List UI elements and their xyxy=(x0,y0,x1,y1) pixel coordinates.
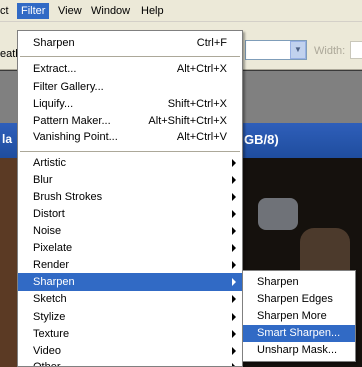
submenu-item-label: Smart Sharpen... xyxy=(257,327,341,339)
photo-region xyxy=(258,198,298,230)
menu-item-other[interactable]: Other xyxy=(18,358,242,367)
menu-item-texture[interactable]: Texture xyxy=(18,325,242,343)
menu-filter[interactable]: Filter xyxy=(17,3,50,19)
menu-item-label: Brush Strokes xyxy=(33,191,103,203)
menu-item-label: Pixelate xyxy=(33,242,73,254)
menu-item-brush-strokes[interactable]: Brush Strokes xyxy=(18,188,242,206)
submenu-item-sharpen-edges[interactable]: Sharpen Edges xyxy=(243,291,355,308)
menu-item-label: Distort xyxy=(33,208,65,220)
submenu-arrow-icon xyxy=(232,210,236,218)
filter-menu: Sharpen Ctrl+F Extract... Alt+Ctrl+X Fil… xyxy=(17,30,243,367)
menu-item-last-filter[interactable]: Sharpen Ctrl+F xyxy=(18,34,242,52)
menu-item-label: Render xyxy=(33,259,70,271)
menu-item-label: Noise xyxy=(33,225,62,237)
menu-separator xyxy=(20,56,240,57)
chevron-down-icon[interactable]: ▼ xyxy=(290,41,306,59)
menu-window[interactable]: Window xyxy=(87,3,134,19)
menu-item-label: Sketch xyxy=(33,293,67,305)
menu-item-pixelate[interactable]: Pixelate xyxy=(18,239,242,257)
menu-item-filter-gallery[interactable]: Filter Gallery... xyxy=(18,78,242,96)
submenu-item-smart-sharpen[interactable]: Smart Sharpen... xyxy=(243,325,355,342)
submenu-arrow-icon xyxy=(232,295,236,303)
menu-bar: ct Filter View Window Help xyxy=(0,0,362,22)
menu-item-label: Sharpen xyxy=(33,276,75,288)
document-title-left: la xyxy=(2,132,13,146)
photo-region xyxy=(0,158,18,367)
submenu-arrow-icon xyxy=(232,313,236,321)
submenu-arrow-icon xyxy=(232,227,236,235)
menu-item-label: Liquify... xyxy=(33,98,74,110)
menu-separator xyxy=(20,151,240,152)
menu-item-label: Filter Gallery... xyxy=(33,81,104,93)
menu-item-noise[interactable]: Noise xyxy=(18,222,242,240)
width-label: Width: xyxy=(314,45,346,57)
submenu-item-sharpen[interactable]: Sharpen xyxy=(243,274,355,291)
submenu-item-unsharp-mask[interactable]: Unsharp Mask... xyxy=(243,342,355,359)
menu-item-label: Texture xyxy=(33,328,70,340)
menu-item-label: Blur xyxy=(33,174,53,186)
submenu-arrow-icon xyxy=(232,278,236,286)
submenu-arrow-icon xyxy=(232,261,236,269)
menu-item-artistic[interactable]: Artistic xyxy=(18,154,242,172)
menu-item-blur[interactable]: Blur xyxy=(18,171,242,189)
menu-item-label: Other xyxy=(33,361,61,367)
menu-item-render[interactable]: Render xyxy=(18,256,242,274)
submenu-arrow-icon xyxy=(232,330,236,338)
menu-item-sharpen[interactable]: Sharpen xyxy=(18,273,242,291)
submenu-arrow-icon xyxy=(232,193,236,201)
submenu-item-label: Unsharp Mask... xyxy=(257,344,338,356)
width-field[interactable] xyxy=(350,41,362,59)
submenu-item-label: Sharpen xyxy=(257,276,299,288)
submenu-item-label: Sharpen More xyxy=(257,310,327,322)
menu-item-sketch[interactable]: Sketch xyxy=(18,290,242,308)
menu-item-label: Stylize xyxy=(33,311,66,323)
menu-item-liquify[interactable]: Liquify... Shift+Ctrl+X xyxy=(18,95,242,113)
submenu-arrow-icon xyxy=(232,159,236,167)
submenu-arrow-icon xyxy=(232,176,236,184)
menu-item-extract[interactable]: Extract... Alt+Ctrl+X xyxy=(18,60,242,78)
menu-item-shortcut: Ctrl+F xyxy=(196,37,227,49)
submenu-arrow-icon xyxy=(232,244,236,252)
menu-edit-partial[interactable]: ct xyxy=(0,3,13,19)
document-title-right: GB/8) xyxy=(244,132,279,147)
menu-item-stylize[interactable]: Stylize xyxy=(18,308,242,326)
menu-item-label: Vanishing Point... xyxy=(33,131,118,143)
submenu-item-sharpen-more[interactable]: Sharpen More xyxy=(243,308,355,325)
menu-item-shortcut: Alt+Ctrl+X xyxy=(176,63,227,75)
submenu-arrow-icon xyxy=(232,347,236,355)
submenu-arrow-icon xyxy=(232,363,236,366)
menu-item-label: Extract... xyxy=(33,63,77,75)
submenu-item-label: Sharpen Edges xyxy=(257,293,333,305)
menu-item-shortcut: Shift+Ctrl+X xyxy=(167,98,227,110)
menu-view[interactable]: View xyxy=(54,3,86,19)
menu-item-label: Sharpen xyxy=(33,37,75,49)
menu-item-vanishing-point[interactable]: Vanishing Point... Alt+Ctrl+V xyxy=(18,128,242,146)
menu-item-distort[interactable]: Distort xyxy=(18,205,242,223)
menu-item-shortcut: Alt+Ctrl+V xyxy=(176,131,227,143)
sharpen-submenu: Sharpen Sharpen Edges Sharpen More Smart… xyxy=(242,270,356,362)
menu-item-label: Artistic xyxy=(33,157,66,169)
menu-help[interactable]: Help xyxy=(137,3,168,19)
